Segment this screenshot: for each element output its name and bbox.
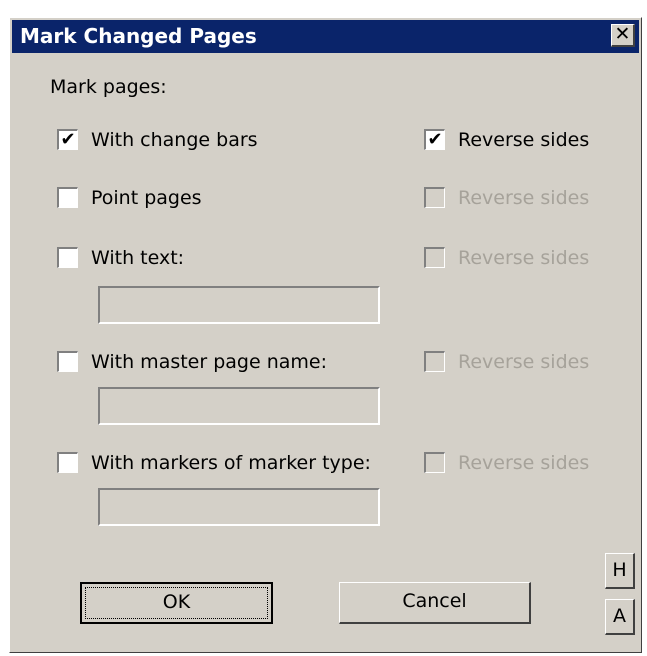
ok-button[interactable]: OK xyxy=(80,582,273,624)
h-button[interactable]: H xyxy=(605,553,635,589)
change-bars-checkbox[interactable]: ✔ xyxy=(57,129,78,150)
with-text-reverse-sides-label: Reverse sides xyxy=(458,247,590,269)
marker-type-label: With markers of marker type: xyxy=(91,452,371,474)
a-button[interactable]: A xyxy=(605,599,635,635)
cancel-button-label: Cancel xyxy=(402,590,467,612)
master-page-name-label: With master page name: xyxy=(91,351,327,373)
close-button[interactable]: ✕ xyxy=(611,24,635,47)
marker-type-reverse-sides-label: Reverse sides xyxy=(458,452,590,474)
mark-changed-pages-dialog: Mark Changed Pages ✕ xyxy=(9,17,642,653)
mark-pages-label: Mark pages: xyxy=(50,76,167,98)
master-page-name-reverse-sides-checkbox xyxy=(424,351,445,372)
change-bars-reverse-sides-label: Reverse sides xyxy=(458,129,590,151)
change-bars-reverse-sides-checkbox[interactable]: ✔ xyxy=(424,129,445,150)
check-icon: ✔ xyxy=(60,129,76,150)
check-icon: ✔ xyxy=(427,129,443,150)
point-pages-checkbox[interactable] xyxy=(57,187,78,208)
master-page-name-checkbox[interactable] xyxy=(57,351,78,372)
dialog-title: Mark Changed Pages xyxy=(20,24,257,48)
title-bar[interactable]: Mark Changed Pages ✕ xyxy=(12,20,639,53)
point-pages-label: Point pages xyxy=(91,187,202,209)
marker-type-field xyxy=(98,488,380,526)
change-bars-label: With change bars xyxy=(91,129,258,151)
focus-rectangle xyxy=(85,587,268,619)
point-pages-reverse-sides-label: Reverse sides xyxy=(458,187,590,209)
marker-type-checkbox[interactable] xyxy=(57,452,78,473)
with-text-reverse-sides-checkbox xyxy=(424,247,445,268)
marker-type-reverse-sides-checkbox xyxy=(424,452,445,473)
h-button-label: H xyxy=(612,559,627,581)
a-button-label: A xyxy=(613,605,626,627)
with-text-label: With text: xyxy=(91,247,185,269)
with-text-field xyxy=(98,286,380,324)
close-icon: ✕ xyxy=(614,23,631,45)
master-page-name-reverse-sides-label: Reverse sides xyxy=(458,351,590,373)
point-pages-reverse-sides-checkbox xyxy=(424,187,445,208)
cancel-button[interactable]: Cancel xyxy=(339,582,531,624)
with-text-checkbox[interactable] xyxy=(57,247,78,268)
master-page-name-field xyxy=(98,387,380,425)
